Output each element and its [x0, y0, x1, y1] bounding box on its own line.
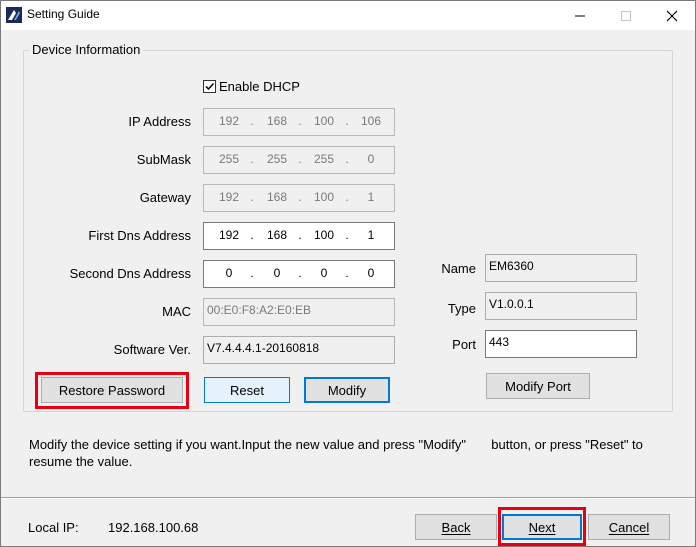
submask-octet-4: 0: [367, 152, 375, 166]
dns2-octet-3[interactable]: 0: [309, 266, 339, 280]
dns2-octet-4[interactable]: 0: [356, 266, 386, 280]
local-ip-label: Local IP:: [28, 520, 79, 535]
app-icon: [6, 7, 22, 23]
reset-button[interactable]: Reset: [204, 377, 290, 403]
highlight-box-restore: [35, 372, 189, 409]
hint-text-line2: resume the value.: [29, 454, 133, 469]
submask-octet-3: 255: [313, 152, 335, 166]
mac-label: MAC: [162, 304, 191, 319]
ip-octet-2: 168: [266, 114, 288, 128]
ip-dot: .: [345, 114, 349, 128]
ip-octet-4: 106: [360, 114, 382, 128]
footer-separator: [1, 497, 695, 499]
back-button[interactable]: Back: [415, 514, 497, 540]
port-label: Port: [452, 337, 476, 352]
ip-octet-1: 192: [218, 114, 240, 128]
ip-dot: .: [250, 228, 254, 242]
checkmark-icon: [205, 82, 215, 91]
gateway-field: 192 . 168 . 100 . 1: [203, 184, 395, 212]
highlight-box-next: [498, 507, 586, 546]
ip-dot: .: [345, 190, 349, 204]
ip-dot: .: [250, 114, 254, 128]
minimize-button[interactable]: [557, 1, 603, 30]
title-bar: Setting Guide: [1, 1, 695, 30]
type-field: V1.0.0.1: [485, 292, 637, 320]
ip-dot: .: [250, 152, 254, 166]
back-button-label: Back: [441, 519, 471, 535]
enable-dhcp-label: Enable DHCP: [219, 79, 300, 94]
dns1-octet-4[interactable]: 1: [356, 228, 386, 242]
ip-dot: .: [298, 266, 302, 280]
ip-dot: .: [345, 228, 349, 242]
gateway-octet-4: 1: [367, 190, 375, 204]
software-ver-field: V7.4.4.4.1-20160818: [203, 336, 395, 364]
ip-dot: .: [298, 228, 302, 242]
name-field: EM6360: [485, 254, 637, 282]
software-ver-label: Software Ver.: [113, 342, 191, 357]
ip-octet-3: 100: [313, 114, 335, 128]
second-dns-field[interactable]: 0 . 0 . 0 . 0: [203, 260, 395, 288]
first-dns-field[interactable]: 192 . 168 . 100 . 1: [203, 222, 395, 250]
setting-guide-window: Setting Guide Device Information Enable …: [0, 0, 696, 547]
cancel-button[interactable]: Cancel: [588, 514, 670, 540]
dns1-octet-2[interactable]: 168: [262, 228, 292, 242]
local-ip-value: 192.168.100.68: [108, 520, 199, 535]
enable-dhcp-checkbox[interactable]: [203, 80, 216, 93]
cancel-button-label: Cancel: [608, 519, 650, 535]
close-button[interactable]: [649, 1, 695, 30]
second-dns-label: Second Dns Address: [69, 266, 191, 281]
submask-field: 255 . 255 . 255 . 0: [203, 146, 395, 174]
ip-dot: .: [250, 190, 254, 204]
dns1-octet-1[interactable]: 192: [214, 228, 244, 242]
ip-dot: .: [298, 190, 302, 204]
port-field[interactable]: 443: [485, 330, 637, 358]
ip-dot: .: [345, 152, 349, 166]
dns2-octet-1[interactable]: 0: [214, 266, 244, 280]
ip-address-field: 192 . 168 . 100 . 106: [203, 108, 395, 136]
dns2-octet-2[interactable]: 0: [262, 266, 292, 280]
gateway-octet-3: 100: [313, 190, 335, 204]
mac-field: 00:E0:F8:A2:E0:EB: [203, 298, 395, 326]
dns1-octet-3[interactable]: 100: [309, 228, 339, 242]
submask-octet-2: 255: [266, 152, 288, 166]
type-label: Type: [447, 301, 476, 316]
group-title: Device Information: [29, 42, 144, 57]
ip-dot: .: [250, 266, 254, 280]
submask-label: SubMask: [136, 152, 191, 167]
ip-address-label: IP Address: [128, 114, 191, 129]
gateway-label: Gateway: [139, 190, 191, 205]
hint-text-line1: Modify the device setting if you want.In…: [29, 437, 643, 452]
maximize-button: [603, 1, 649, 30]
window-title: Setting Guide: [27, 7, 100, 21]
gateway-octet-2: 168: [266, 190, 288, 204]
ip-dot: .: [298, 152, 302, 166]
first-dns-label: First Dns Address: [88, 228, 191, 243]
modify-button[interactable]: Modify: [304, 377, 390, 403]
ip-dot: .: [298, 114, 302, 128]
gateway-octet-1: 192: [218, 190, 240, 204]
submask-octet-1: 255: [218, 152, 240, 166]
modify-port-button[interactable]: Modify Port: [486, 373, 590, 399]
name-label: Name: [441, 261, 476, 276]
ip-dot: .: [345, 266, 349, 280]
